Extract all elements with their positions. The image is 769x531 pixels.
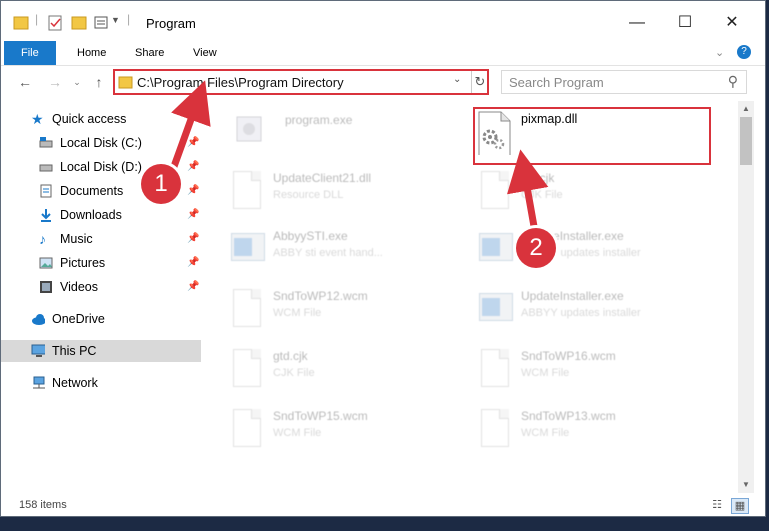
step-2-badge: 2 [516, 228, 556, 268]
arrow-to-address-bar [168, 80, 211, 176]
arrow-to-pixmap-dll [506, 149, 549, 236]
annotation-arrows [168, 80, 549, 236]
step-1-badge: 1 [141, 164, 181, 204]
